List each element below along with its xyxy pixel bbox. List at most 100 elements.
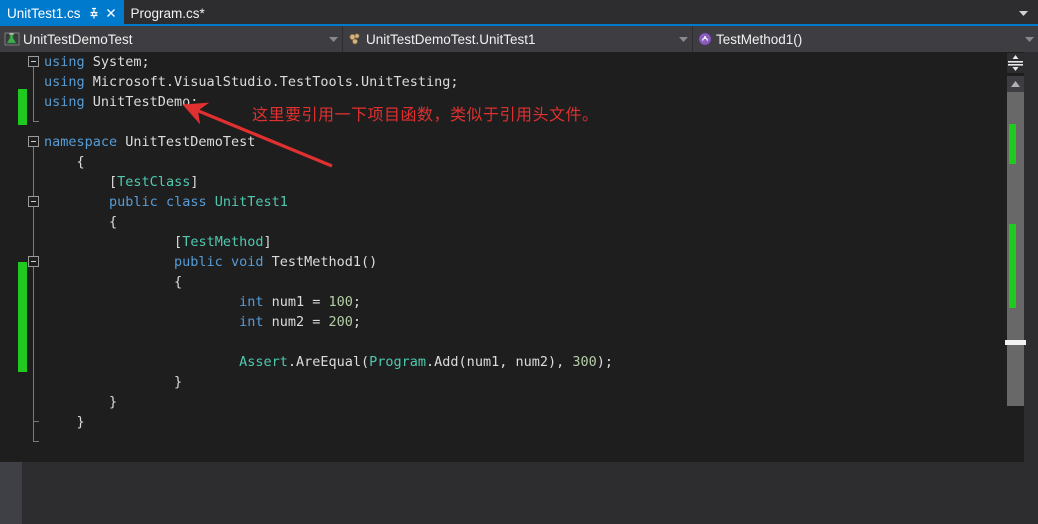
- code-editor[interactable]: using System; using Microsoft.VisualStudi…: [0, 52, 1038, 462]
- code-line: {: [44, 272, 613, 292]
- code-token: System;: [84, 54, 150, 70]
- code-token: using: [44, 54, 85, 70]
- code-line: public void TestMethod1(): [44, 252, 613, 272]
- code-token: UnitTestDemo;: [84, 94, 199, 110]
- tab-overflow-chevron-down-icon[interactable]: [1012, 0, 1034, 26]
- navbar-class-label: UnitTestDemoTest.UnitTest1: [366, 31, 536, 47]
- code-token: [: [109, 174, 118, 190]
- class-chevron-down-icon[interactable]: [674, 26, 692, 52]
- fold-line: [33, 62, 34, 122]
- code-token: int: [239, 314, 264, 330]
- code-token: Microsoft.VisualStudio.TestTools.UnitTes…: [84, 74, 459, 90]
- bottom-left-strip: [0, 462, 22, 524]
- code-token: void: [230, 254, 264, 270]
- code-navigation-bar: UnitTestDemoTest UnitTestDemoTest.UnitTe…: [0, 26, 1038, 52]
- code-token: {: [109, 214, 118, 230]
- code-line: int num1 = 100;: [44, 292, 613, 312]
- source-code-text[interactable]: using System; using Microsoft.VisualStudi…: [44, 52, 613, 432]
- project-test-icon: [4, 31, 20, 47]
- split-view-icon[interactable]: [1007, 53, 1024, 73]
- code-token: {: [76, 154, 85, 170]
- code-line: namespace UnitTestDemoTest: [44, 132, 613, 152]
- code-line: }: [44, 372, 613, 392]
- fold-end-tick: [33, 441, 39, 442]
- code-line: int num2 = 200;: [44, 312, 613, 332]
- code-token: 100: [328, 294, 353, 310]
- navbar-project-dropdown[interactable]: UnitTestDemoTest: [0, 26, 343, 52]
- code-line: using Microsoft.VisualStudio.TestTools.U…: [44, 72, 613, 92]
- tab-label: Program.cs*: [130, 5, 205, 21]
- code-line: }: [44, 392, 613, 412]
- change-marker: [18, 89, 27, 125]
- fold-toggle-icon[interactable]: [28, 56, 39, 67]
- class-icon: [347, 31, 363, 47]
- change-marker: [18, 262, 27, 372]
- scrollbar-change-marker: [1009, 124, 1016, 164]
- code-token: Program: [369, 354, 427, 370]
- vertical-scrollbar[interactable]: [1005, 76, 1026, 406]
- code-token: ;: [352, 294, 362, 310]
- code-token: }: [174, 374, 183, 390]
- code-token: 300: [572, 354, 597, 370]
- fold-toggle-icon[interactable]: [28, 196, 39, 207]
- code-line: Assert.AreEqual(Program.Add(num1, num2),…: [44, 352, 613, 372]
- code-token: namespace: [44, 134, 118, 150]
- outlining-margin[interactable]: [28, 52, 44, 462]
- code-line: using System;: [44, 52, 613, 72]
- tab-unittest1-cs[interactable]: UnitTest1.cs: [0, 0, 124, 26]
- tab-program-cs[interactable]: Program.cs*: [123, 0, 217, 26]
- pin-icon[interactable]: [87, 5, 102, 21]
- project-chevron-down-icon[interactable]: [324, 26, 342, 52]
- code-token: UnitTest1: [214, 194, 288, 210]
- code-token: );: [596, 354, 614, 370]
- code-token: 200: [328, 314, 353, 330]
- code-token: TestMethod: [182, 234, 264, 250]
- code-token: ;: [352, 314, 362, 330]
- fold-end-tick: [33, 421, 39, 422]
- tab-label: UnitTest1.cs: [7, 5, 81, 21]
- navbar-project-label: UnitTestDemoTest: [23, 31, 133, 47]
- code-line: {: [44, 212, 613, 232]
- editor-indicator-margin: [0, 52, 14, 462]
- code-token: {: [174, 274, 183, 290]
- editor-tab-bar: UnitTest1.cs Program.cs*: [0, 0, 1038, 26]
- editor-right-margin: [1024, 52, 1038, 462]
- fold-toggle-icon[interactable]: [28, 256, 39, 267]
- close-icon[interactable]: [104, 5, 118, 21]
- code-token: class: [165, 194, 207, 210]
- code-token: }: [109, 394, 118, 410]
- code-token: .AreEqual(: [287, 354, 370, 370]
- fold-end-tick: [33, 121, 39, 122]
- navbar-member-dropdown[interactable]: TestMethod1(): [693, 26, 1038, 52]
- bottom-panel-area: [0, 462, 1038, 524]
- code-token: using: [44, 74, 85, 90]
- code-line: {: [44, 152, 613, 172]
- code-line: [TestMethod]: [44, 232, 613, 252]
- code-token: UnitTestDemoTest: [117, 134, 256, 150]
- vertical-scrollbar-track[interactable]: [1005, 92, 1026, 406]
- code-line: [TestClass]: [44, 172, 613, 192]
- navbar-member-label: TestMethod1(): [716, 31, 803, 47]
- fold-toggle-icon[interactable]: [28, 136, 39, 147]
- code-token: ]: [263, 234, 272, 250]
- caret-up-icon[interactable]: [1007, 76, 1024, 92]
- code-token: Assert: [239, 354, 288, 370]
- code-token: [: [174, 234, 183, 250]
- code-line: public class UnitTest1: [44, 192, 613, 212]
- code-token: }: [76, 414, 85, 430]
- method-icon: [697, 31, 713, 47]
- navbar-class-dropdown[interactable]: UnitTestDemoTest.UnitTest1: [343, 26, 693, 52]
- code-token: using: [44, 94, 85, 110]
- member-chevron-down-icon[interactable]: [1020, 26, 1038, 52]
- scrollbar-position-indicator[interactable]: [1005, 340, 1026, 345]
- scrollbar-change-marker: [1009, 224, 1016, 308]
- code-token: public: [174, 254, 223, 270]
- code-token: TestMethod1(): [263, 254, 378, 270]
- code-line: using UnitTestDemo;: [44, 92, 613, 112]
- code-token: TestClass: [117, 174, 191, 190]
